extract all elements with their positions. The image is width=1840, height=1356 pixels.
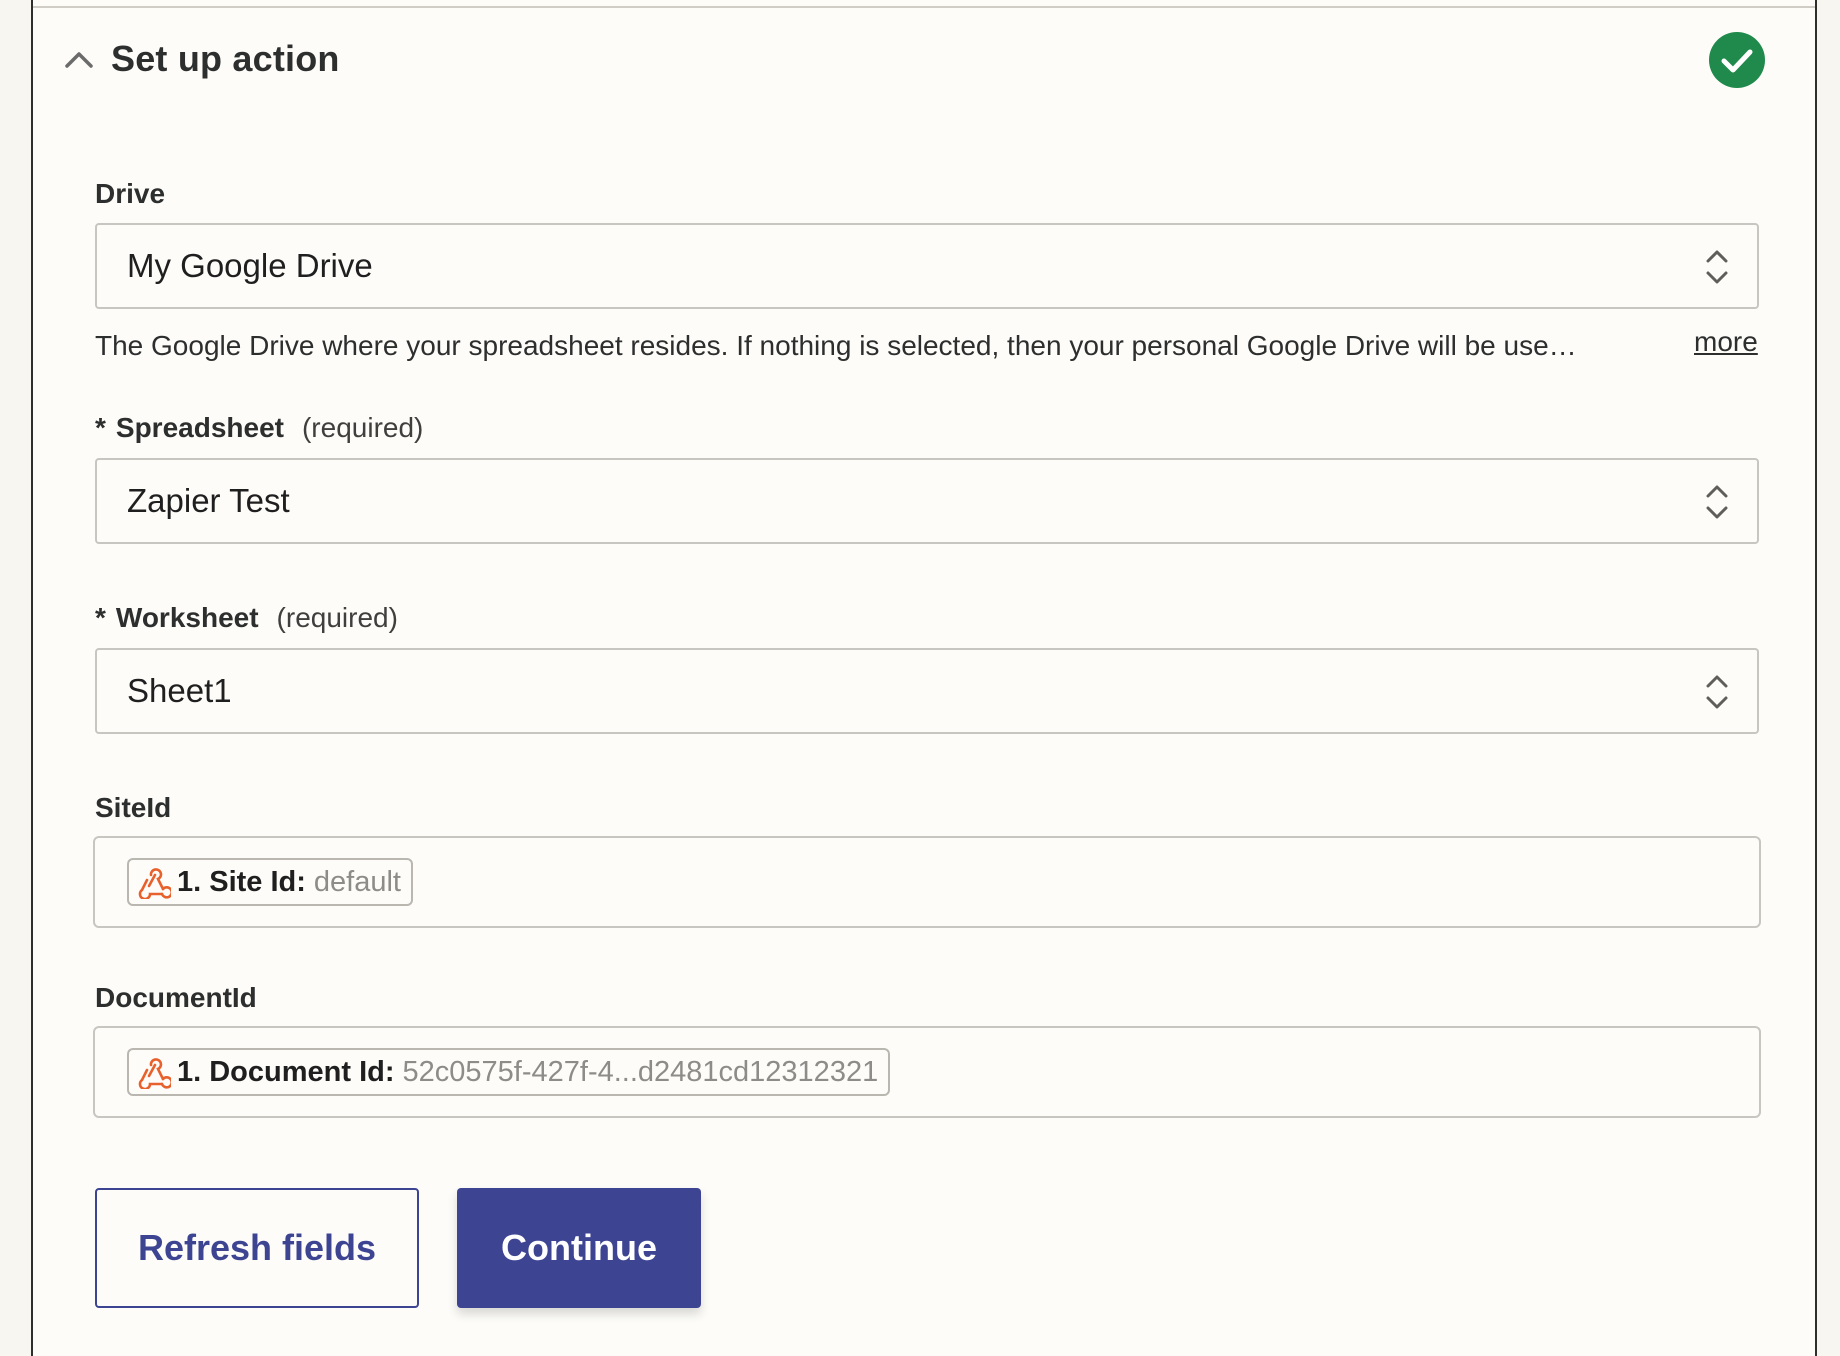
- worksheet-label-row: * Worksheet (required): [95, 602, 398, 634]
- webhook-icon: [138, 868, 171, 899]
- siteid-label: SiteId: [95, 792, 172, 823]
- continue-button[interactable]: Continue: [457, 1188, 701, 1308]
- required-asterisk: *: [95, 602, 106, 633]
- drive-select[interactable]: My Google Drive: [95, 223, 1759, 309]
- document-id-token[interactable]: 1. Document Id: 52c0575f-427f-4...d2481c…: [127, 1048, 891, 1096]
- token-value: 52c0575f-427f-4...d2481cd12312321: [402, 1055, 879, 1088]
- token-key: 1. Document Id:: [177, 1055, 395, 1088]
- token-key: 1. Site Id:: [177, 865, 306, 898]
- documentid-input[interactable]: 1. Document Id: 52c0575f-427f-4...d2481c…: [93, 1026, 1761, 1118]
- required-note: (required): [276, 602, 398, 633]
- required-asterisk: *: [95, 412, 106, 443]
- siteid-input[interactable]: 1. Site Id: default: [93, 836, 1761, 928]
- setup-action-panel: Set up action Drive My Google Drive The …: [31, 0, 1817, 1356]
- worksheet-select[interactable]: Sheet1: [95, 648, 1759, 734]
- spreadsheet-label: Spreadsheet: [115, 412, 284, 443]
- spreadsheet-label-row: * Spreadsheet (required): [95, 412, 423, 444]
- refresh-fields-button[interactable]: Refresh fields: [95, 1188, 419, 1308]
- drive-select-value: My Google Drive: [127, 247, 373, 284]
- section-header[interactable]: Set up action: [33, 20, 1815, 100]
- drive-label: Drive: [95, 178, 166, 209]
- spreadsheet-select-value: Zapier Test: [127, 482, 290, 519]
- worksheet-label: Worksheet: [115, 602, 259, 633]
- drive-help-text: The Google Drive where your spreadsheet …: [95, 330, 1577, 361]
- check-circle-icon: [1709, 32, 1765, 88]
- token-value: default: [313, 865, 401, 898]
- select-arrows-icon: [1706, 250, 1728, 284]
- required-note: (required): [301, 412, 424, 443]
- select-arrows-icon: [1706, 675, 1728, 709]
- spreadsheet-select[interactable]: Zapier Test: [95, 458, 1759, 544]
- site-id-token[interactable]: 1. Site Id: default: [127, 858, 413, 906]
- chevron-up-icon[interactable]: [61, 42, 97, 78]
- top-divider: [33, 6, 1815, 8]
- more-link[interactable]: more: [1694, 326, 1758, 358]
- section-title: Set up action: [111, 38, 340, 79]
- documentid-label: DocumentId: [95, 982, 257, 1013]
- worksheet-select-value: Sheet1: [127, 672, 232, 709]
- select-arrows-icon: [1706, 485, 1728, 519]
- webhook-icon: [138, 1058, 171, 1089]
